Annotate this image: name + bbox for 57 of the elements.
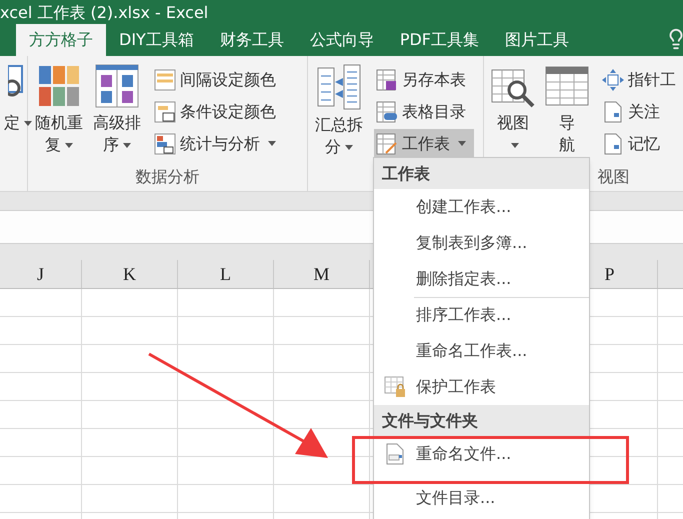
ribbon-tab[interactable]: 公式向导 [296, 24, 387, 56]
ribbon-button[interactable]: 表格目录 [374, 97, 474, 126]
save-icon [376, 68, 398, 90]
menu-item[interactable]: 重命名文件... [374, 436, 589, 472]
menu-item[interactable]: 创建工作表... [374, 189, 589, 225]
window-title: xcel 工作表 (2).xlsx - Excel [0, 4, 208, 22]
ribbon-tab[interactable]: PDF工具集 [386, 24, 492, 56]
document-icon [385, 443, 405, 465]
ribbon-button[interactable]: 记忆 [600, 129, 683, 158]
column-header[interactable]: J [0, 260, 82, 288]
color-grid-icon [37, 64, 81, 108]
caret-icon [24, 121, 32, 126]
caret-icon [123, 143, 131, 148]
table-lock-icon [384, 376, 406, 398]
ribbon-button[interactable]: 视图 [488, 64, 538, 156]
menu-item[interactable]: 重命名工作表... [374, 333, 589, 369]
ribbon-button[interactable]: 指针工 [600, 65, 683, 94]
chart-table-icon [154, 132, 176, 154]
caret-icon [511, 143, 519, 148]
caret-icon [268, 141, 276, 146]
ribbon-tab[interactable]: 方方格子 [16, 24, 106, 56]
table-pencil-icon [376, 132, 398, 154]
ribbon-button[interactable]: 工作表 [374, 129, 474, 158]
striped-table-icon [154, 68, 176, 90]
ribbon-tab[interactable]: 财务工具 [206, 24, 297, 56]
ribbon-button[interactable]: 汇总拆分 [312, 64, 366, 158]
ribbon-button[interactable]: 定 [4, 64, 32, 134]
ribbon-tab[interactable]: DIY工具箱 [106, 24, 207, 56]
column-header[interactable]: K [82, 260, 178, 288]
conditional-table-icon [154, 100, 176, 122]
document-icon [602, 132, 624, 154]
ribbon-button[interactable]: 另存本表 [374, 65, 474, 94]
column-header[interactable]: L [178, 260, 274, 288]
menu-section-header: 文件与文件夹 [374, 405, 589, 436]
ribbon-button[interactable]: 随机重复 [32, 64, 86, 156]
menu-item[interactable]: 文件目录... [374, 472, 589, 512]
ribbon-button[interactable]: 统计与分析 [152, 129, 284, 158]
menu-section-header: 工作表 [374, 158, 589, 189]
group-label: 视图 [598, 166, 630, 188]
caret-icon [345, 145, 353, 150]
ribbon-tab[interactable]: 图片工具 [492, 24, 582, 56]
column-header[interactable]: M [274, 260, 370, 288]
ribbon-button[interactable]: 导航 [542, 64, 592, 156]
document-icon [602, 100, 624, 122]
ribbon-button[interactable]: 条件设定颜色 [152, 97, 284, 126]
ribbon-button[interactable]: 高级排序 [90, 64, 144, 156]
caret-icon [458, 141, 466, 146]
ribbon-button[interactable]: 间隔设定颜色 [152, 65, 284, 94]
merge-split-icon [317, 64, 361, 110]
table-link-icon [376, 100, 398, 122]
table-icon [545, 64, 589, 108]
ribbon-button[interactable]: 关注 [600, 97, 683, 126]
caret-icon [65, 143, 73, 148]
group-label: 数据分析 [136, 166, 200, 188]
menu-item[interactable]: 复制表到多簿... [374, 225, 589, 261]
menu-item[interactable]: 保护工作表 [374, 369, 589, 405]
menu-item[interactable]: 排序工作表... [374, 297, 589, 333]
